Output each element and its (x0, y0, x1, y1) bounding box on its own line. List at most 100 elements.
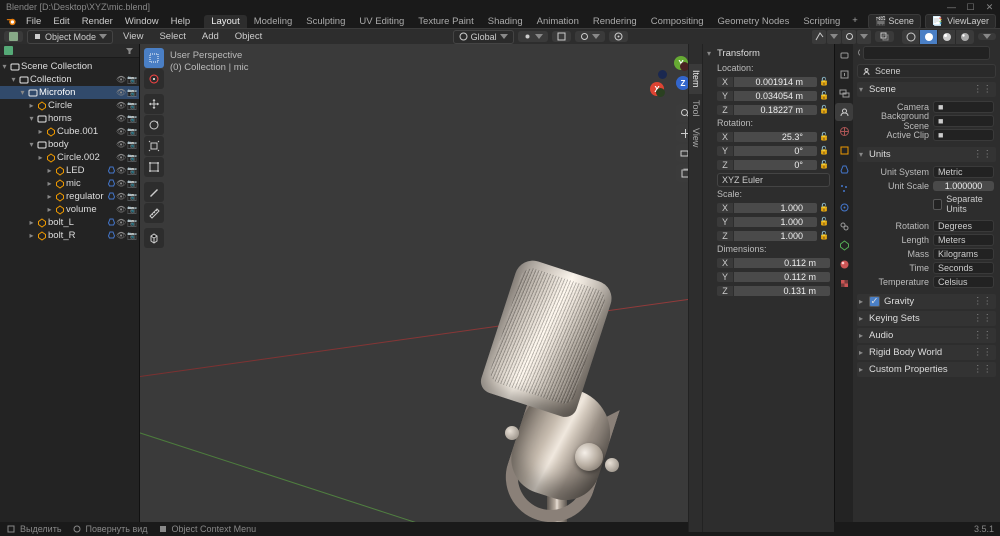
rotation-unit-dropdown[interactable]: Degrees (933, 220, 994, 232)
hide-viewport-icon[interactable]: 👁 (116, 179, 125, 188)
tab-animation[interactable]: Animation (530, 15, 586, 28)
disable-render-icon[interactable]: 📷 (127, 153, 136, 162)
orientation-dropdown[interactable]: Global (453, 30, 514, 44)
disable-render-icon[interactable]: 📷 (127, 205, 136, 214)
disable-render-icon[interactable]: 📷 (127, 101, 136, 110)
lock-icon[interactable]: 🔓 (818, 146, 830, 155)
panel-custom-props-header[interactable]: ▸Custom Properties⋮⋮ (857, 362, 996, 377)
3d-viewport[interactable]: Options User Perspective (0) Collection … (140, 44, 834, 532)
length-unit-dropdown[interactable]: Meters (933, 234, 994, 246)
location-x[interactable]: 0.001914 m (734, 77, 817, 87)
dim-x[interactable]: 0.112 m (734, 258, 830, 268)
gizmo-dropdown[interactable] (827, 30, 841, 44)
lock-icon[interactable]: 🔓 (818, 217, 830, 226)
overlay-toggle[interactable] (842, 30, 856, 44)
scale-z[interactable]: 1.000 (734, 231, 817, 241)
tab-shading[interactable]: Shading (481, 15, 530, 28)
camera-field[interactable]: ■ (933, 101, 994, 113)
lock-icon[interactable]: 🔓 (818, 132, 830, 141)
disable-render-icon[interactable]: 📷 (127, 192, 136, 201)
disclosure-triangle[interactable]: ▾ (0, 62, 9, 71)
tab-modeling[interactable]: Modeling (247, 15, 300, 28)
tool-scale[interactable] (144, 136, 164, 156)
gizmo-toggle[interactable] (812, 30, 826, 44)
disclosure-triangle[interactable]: ▾ (27, 114, 36, 123)
tree-row[interactable]: ▸regulator👁📷 (0, 190, 139, 203)
hide-viewport-icon[interactable]: 👁 (116, 205, 125, 214)
mass-unit-dropdown[interactable]: Kilograms (933, 248, 994, 260)
disclosure-triangle[interactable]: ▸ (27, 218, 36, 227)
rotation-z[interactable]: 0° (734, 160, 817, 170)
proportional-button[interactable] (609, 31, 628, 42)
menu-file[interactable]: File (20, 16, 47, 27)
disclosure-triangle[interactable]: ▸ (27, 101, 36, 110)
rotation-mode-dropdown[interactable]: XYZ Euler (717, 173, 830, 187)
dim-y[interactable]: 0.112 m (734, 272, 830, 282)
hide-viewport-icon[interactable]: 👁 (116, 88, 125, 97)
panel-gravity-header[interactable]: ▸✓Gravity⋮⋮ (857, 294, 996, 309)
rotation-x[interactable]: 25.3° (734, 132, 817, 142)
tree-row[interactable]: ▾horns👁📷 (0, 112, 139, 125)
outliner-search-input[interactable] (16, 46, 76, 56)
disclosure-triangle[interactable]: ▸ (36, 153, 45, 162)
tree-row[interactable]: ▾Microfon👁📷 (0, 86, 139, 99)
hide-viewport-icon[interactable]: 👁 (116, 140, 125, 149)
editor-type-button[interactable] (4, 31, 23, 42)
tree-row[interactable]: ▸bolt_L👁📷 (0, 216, 139, 229)
vp-menu-add[interactable]: Add (196, 31, 225, 42)
scene-selector[interactable]: 🎬 Scene (868, 14, 921, 29)
prop-tab-object[interactable] (835, 141, 853, 159)
tree-row[interactable]: ▸LED👁📷 (0, 164, 139, 177)
snap-button[interactable] (552, 31, 571, 42)
lock-icon[interactable]: 🔓 (818, 105, 830, 114)
side-tab-view[interactable]: View (689, 122, 702, 153)
disclosure-triangle[interactable]: ▸ (45, 166, 54, 175)
panel-audio-header[interactable]: ▸Audio⋮⋮ (857, 328, 996, 343)
panel-rigidbody-header[interactable]: ▸Rigid Body World⋮⋮ (857, 345, 996, 360)
prop-tab-data[interactable] (835, 236, 853, 254)
shading-dropdown[interactable] (978, 33, 996, 40)
tree-row[interactable]: ▾body👁📷 (0, 138, 139, 151)
disable-render-icon[interactable]: 📷 (127, 218, 136, 227)
rotation-y[interactable]: 0° (734, 146, 817, 156)
disclosure-triangle[interactable]: ▸ (45, 205, 54, 214)
hide-viewport-icon[interactable]: 👁 (116, 114, 125, 123)
vp-menu-view[interactable]: View (117, 31, 149, 42)
gravity-checkbox[interactable]: ✓ (869, 296, 880, 307)
unit-scale-field[interactable]: 1.000000 (933, 181, 994, 191)
minimize-button[interactable]: — (947, 2, 956, 13)
vp-menu-object[interactable]: Object (229, 31, 268, 42)
temperature-unit-dropdown[interactable]: Celsius (933, 276, 994, 288)
shading-solid[interactable] (920, 30, 938, 44)
tree-row[interactable]: ▸Cube.001👁📷 (0, 125, 139, 138)
scale-y[interactable]: 1.000 (734, 217, 817, 227)
close-button[interactable]: ✕ (985, 2, 994, 13)
hide-viewport-icon[interactable]: 👁 (116, 218, 125, 227)
side-tab-item[interactable]: Item (689, 64, 702, 94)
hide-viewport-icon[interactable]: 👁 (116, 231, 125, 240)
mode-dropdown[interactable]: Object Mode (27, 30, 113, 44)
lock-icon[interactable]: 🔓 (818, 160, 830, 169)
blender-logo-icon[interactable] (4, 14, 18, 28)
tool-transform[interactable] (144, 157, 164, 177)
panel-keying-header[interactable]: ▸Keying Sets⋮⋮ (857, 311, 996, 326)
disable-render-icon[interactable]: 📷 (127, 166, 136, 175)
tool-measure[interactable] (144, 203, 164, 223)
properties-search-input[interactable] (863, 46, 990, 60)
menu-window[interactable]: Window (119, 16, 165, 27)
lock-icon[interactable]: 🔓 (818, 91, 830, 100)
tool-annotate[interactable] (144, 182, 164, 202)
viewlayer-selector[interactable]: 📑 ViewLayer (925, 14, 996, 29)
dim-z[interactable]: 0.131 m (734, 286, 830, 296)
shading-material[interactable] (938, 30, 956, 44)
bg-scene-field[interactable]: ■ (933, 115, 994, 127)
menu-edit[interactable]: Edit (47, 16, 75, 27)
lock-icon[interactable]: 🔓 (818, 203, 830, 212)
tree-row[interactable]: ▾Scene Collection (0, 60, 139, 73)
menu-help[interactable]: Help (165, 16, 197, 27)
shading-wireframe[interactable] (902, 30, 920, 44)
prop-tab-modifiers[interactable] (835, 160, 853, 178)
prop-tab-texture[interactable] (835, 274, 853, 292)
active-clip-field[interactable]: ■ (933, 129, 994, 141)
hide-viewport-icon[interactable]: 👁 (116, 192, 125, 201)
